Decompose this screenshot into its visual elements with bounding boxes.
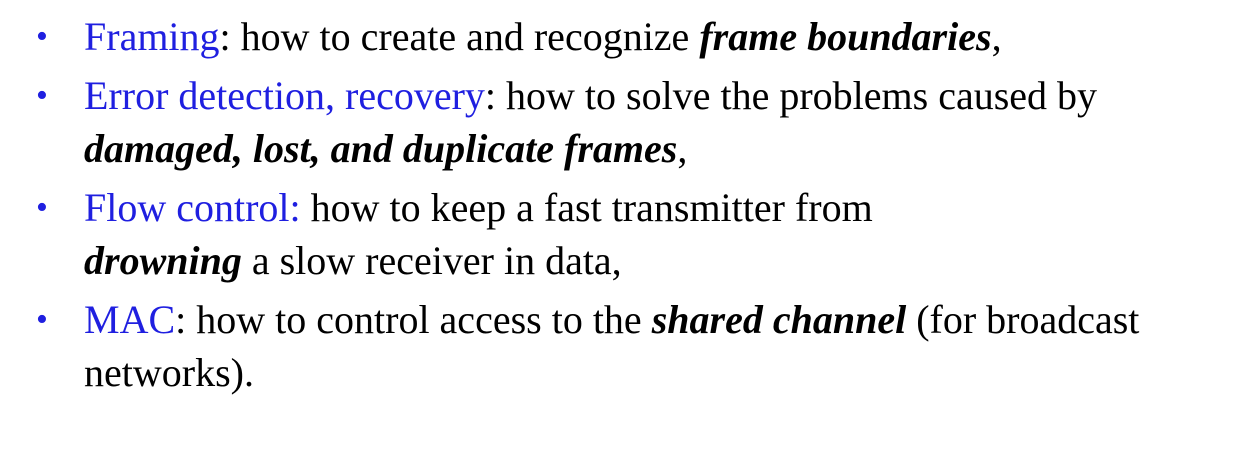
bullet-icon: •	[36, 301, 48, 338]
bullet-item-flow-control: • Flow control: how to keep a fast trans…	[36, 181, 1236, 287]
bullet-item-framing: • Framing: how to create and recognize f…	[36, 10, 1236, 63]
tail-text: ,	[677, 126, 688, 171]
bullet-icon: •	[36, 18, 48, 55]
tail-text: ,	[991, 14, 1002, 59]
bullet-list: • Framing: how to create and recognize f…	[36, 10, 1236, 405]
bullet-item-error-detection: • Error detection, recovery: how to solv…	[36, 69, 1236, 175]
tail-text: a slow receiver in data,	[241, 238, 622, 283]
term-mac: MAC	[84, 297, 176, 342]
description-text: : how to solve the problems caused by	[484, 73, 1098, 118]
bullet-icon: •	[36, 77, 48, 114]
emphasis-text: drowning	[84, 238, 242, 283]
bullet-item-mac: • MAC: how to control access to the shar…	[36, 293, 1236, 399]
emphasis-text: shared channel	[651, 297, 907, 342]
description-text: : how to control access to the	[175, 297, 652, 342]
emphasis-text: frame boundaries	[699, 14, 992, 59]
term-framing: Framing	[84, 14, 220, 59]
bullet-icon: •	[36, 189, 48, 226]
term-flow-control: Flow control:	[84, 185, 301, 230]
slide-content: • Framing: how to create and recognize f…	[0, 0, 1254, 464]
description-text: how to keep a fast transmitter from	[300, 185, 873, 230]
emphasis-text: damaged, lost, and duplicate frames	[84, 126, 678, 171]
description-text: : how to create and recognize	[219, 14, 700, 59]
term-error-detection: Error detection, recovery	[84, 73, 485, 118]
